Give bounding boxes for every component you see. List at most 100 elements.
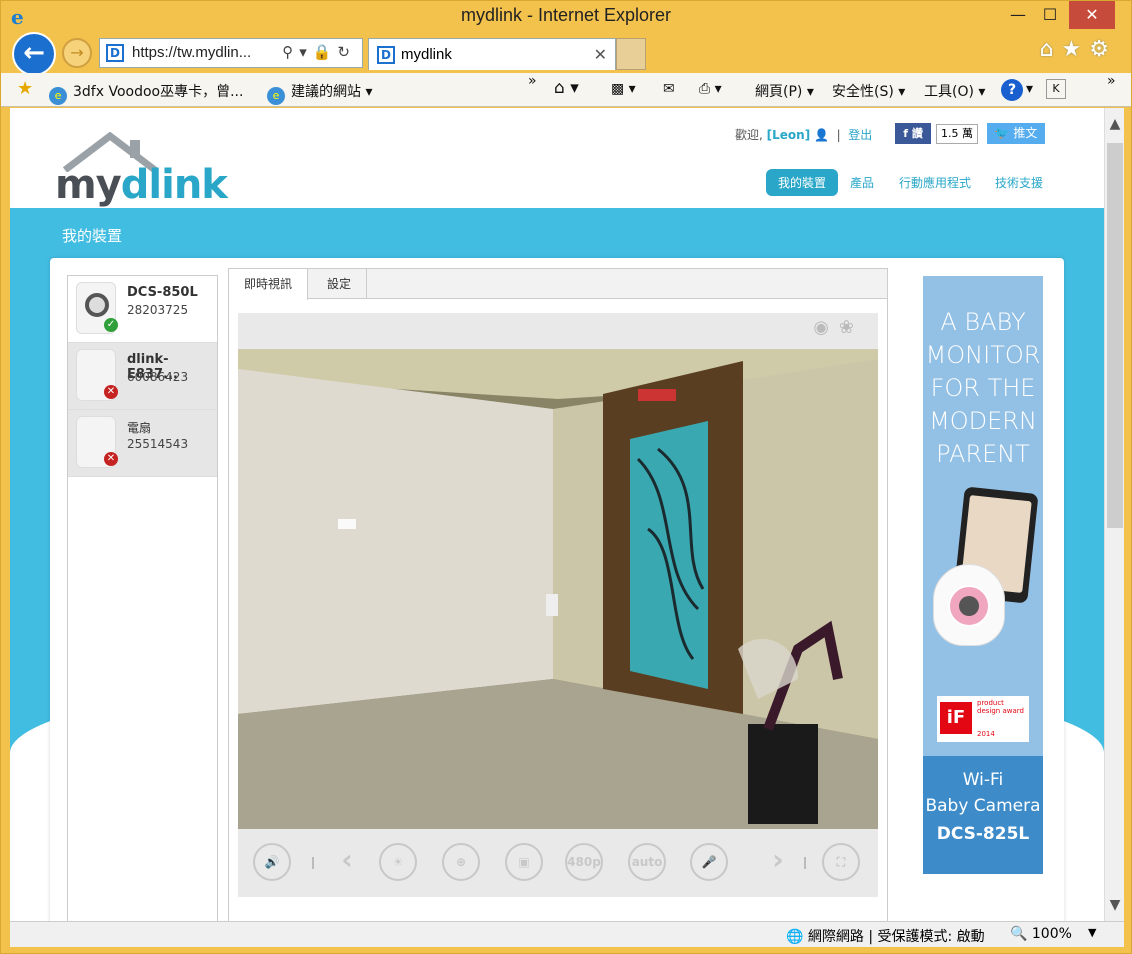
section-title: 我的裝置 <box>62 227 123 245</box>
device-serial: 60086423 <box>127 370 189 384</box>
address-actions[interactable]: ⚲▾🔒↻ <box>282 43 356 61</box>
ad-headline: A BABY MONITOR FOR THE MODERN PARENT <box>925 308 1041 468</box>
security-zone[interactable]: 🌐 網際網路 | 受保護模式: 啟動 <box>786 926 985 946</box>
address-bar[interactable]: D https://tw.mydlin... ⚲▾🔒↻ <box>99 38 363 68</box>
new-tab-button[interactable] <box>616 38 646 70</box>
device-name: 電扇 <box>127 421 152 435</box>
device-item[interactable]: ✕ dlink-E837... 60086423 <box>68 343 217 410</box>
tweet-button[interactable]: 🐦 推文 <box>987 123 1045 144</box>
tab-settings[interactable]: 設定 <box>312 269 368 299</box>
viewer-top-icons: ◉❀ <box>813 317 864 338</box>
if-award-logo: iF product design award 2014 <box>937 696 1029 742</box>
feeds-icon[interactable]: ▩ ▾ <box>611 81 636 97</box>
tab-live-video[interactable]: 即時視訊 <box>229 269 309 300</box>
scroll-down-icon[interactable]: ▼ <box>1105 897 1125 913</box>
back-button[interactable]: ← <box>12 32 56 76</box>
zoom-in-icon[interactable]: ⊕ <box>442 843 480 881</box>
print-icon[interactable]: ⎙ ▾ <box>699 81 722 97</box>
username: [Leon] <box>766 128 811 142</box>
menu-tools[interactable]: 工具(O) ▾ <box>924 81 985 101</box>
maximize-button[interactable]: ☐ <box>1031 1 1069 29</box>
baby-camera-image <box>933 564 1005 646</box>
favorites-bar: ★ e 3dfx Voodoo巫專卡，曾... e 建議的網站 ▾ » ⌂ ▾ ▩ … <box>1 73 1131 107</box>
mail-icon[interactable]: ✉ <box>663 81 675 97</box>
address-url[interactable]: https://tw.mydlin... <box>132 44 251 61</box>
chevron-more-icon[interactable]: » <box>528 73 537 89</box>
nav-mobile-apps[interactable]: 行動應用程式 <box>899 174 971 191</box>
speaker-icon[interactable]: 🔊 <box>253 843 291 881</box>
device-detail: 即時視訊 設定 ◉❀ 🔊 ‹ ☀ ⊕ ▣ 480p auto 🎤 › ⛶ <box>228 268 888 921</box>
device-serial: 25514543 <box>127 437 189 451</box>
menu-safety[interactable]: 安全性(S) ▾ <box>832 81 905 101</box>
motion-detect-icon[interactable]: ◉ <box>813 317 839 338</box>
settings-gear-icon[interactable]: ⚙ <box>1089 37 1117 62</box>
resolution-480p-button[interactable]: 480p <box>565 843 603 881</box>
user-icon: 👤 <box>814 128 829 142</box>
site-header: mydlink 歡迎, [Leon] 👤 | 登出 f 讚 1.5 萬 🐦 推文… <box>10 108 1104 208</box>
favorite-item-suggested[interactable]: e 建議的網站 ▾ <box>267 81 372 105</box>
title-bar: e mydlink - Internet Explorer — ☐ ✕ <box>1 1 1131 31</box>
tab-label: mydlink <box>401 46 452 63</box>
logo-text: mydlink <box>55 162 228 208</box>
forward-button[interactable]: → <box>62 38 92 68</box>
close-window-button[interactable]: ✕ <box>1069 1 1115 29</box>
baby-camera-ad[interactable]: A BABY MONITOR FOR THE MODERN PARENT iF prod… <box>923 276 1043 874</box>
live-viewer: ◉❀ 🔊 ‹ ☀ ⊕ ▣ 480p auto 🎤 › ⛶ <box>238 313 878 897</box>
ie-page-icon: e <box>49 87 67 105</box>
tab-favicon-icon: D <box>377 46 395 64</box>
help-dropdown-icon[interactable]: ▾ <box>1026 81 1033 97</box>
device-tabs: 即時視訊 設定 <box>229 269 887 300</box>
site-favicon-icon: D <box>106 44 124 62</box>
brightness-icon[interactable]: ☀ <box>379 843 417 881</box>
device-item[interactable]: ✓ DCS-850L 28203725 <box>68 276 217 343</box>
zoom-level[interactable]: 🔍 100% <box>1010 926 1072 942</box>
fullscreen-icon[interactable]: ⛶ <box>822 843 860 881</box>
auto-mode-button[interactable]: auto <box>628 843 666 881</box>
microphone-icon[interactable]: 🎤 <box>690 843 728 881</box>
user-bar: 歡迎, [Leon] 👤 | 登出 <box>735 128 873 142</box>
home-icon[interactable]: ⌂ <box>1040 37 1062 62</box>
browser-window: e mydlink - Internet Explorer — ☐ ✕ ← → … <box>0 0 1132 954</box>
favorites-star-icon[interactable]: ★ <box>1062 37 1090 62</box>
device-serial: 28203725 <box>127 303 189 317</box>
sound-detect-icon[interactable]: ❀ <box>839 317 864 338</box>
chevron-left-icon[interactable]: ‹ <box>328 843 366 881</box>
divider <box>312 857 314 869</box>
logout-link[interactable]: 登出 <box>848 128 872 142</box>
page-content: mydlink 歡迎, [Leon] 👤 | 登出 f 讚 1.5 萬 🐦 推文… <box>10 108 1104 921</box>
video-controls: 🔊 ‹ ☀ ⊕ ▣ 480p auto 🎤 › ⛶ <box>238 829 878 897</box>
window-title: mydlink - Internet Explorer <box>460 5 672 25</box>
chevron-more-icon[interactable]: » <box>1107 73 1116 89</box>
browser-tab[interactable]: D mydlink ✕ <box>368 38 616 70</box>
home-command-icon[interactable]: ⌂ ▾ <box>554 78 579 98</box>
device-item[interactable]: ✕ 電扇 25514543 <box>68 410 217 477</box>
facebook-like-button[interactable]: f 讚 <box>895 123 931 144</box>
extension-icon[interactable]: K <box>1046 79 1066 99</box>
status-bar: 🌐 網際網路 | 受保護模式: 啟動 🔍 100% ▼ <box>10 921 1124 947</box>
nav-products[interactable]: 產品 <box>850 174 874 191</box>
camera-scene <box>238 349 878 829</box>
scroll-up-icon[interactable]: ▲ <box>1105 116 1125 132</box>
live-video-feed[interactable] <box>238 349 878 829</box>
online-check-icon: ✓ <box>104 318 118 332</box>
offline-x-icon: ✕ <box>104 452 118 466</box>
scroll-thumb[interactable] <box>1107 143 1123 528</box>
vertical-scrollbar[interactable]: ▲ ▼ <box>1104 108 1124 921</box>
ie-page-icon: e <box>267 87 285 105</box>
divider <box>804 857 806 869</box>
menu-page[interactable]: 網頁(P) ▾ <box>755 81 814 101</box>
help-icon[interactable]: ? <box>1001 79 1023 101</box>
chevron-right-icon[interactable]: › <box>759 843 797 881</box>
close-tab-icon[interactable]: ✕ <box>594 45 607 64</box>
devices-panel: ✓ DCS-850L 28203725 ✕ dlink-E837... 6008… <box>50 258 1064 921</box>
nav-my-devices[interactable]: 我的裝置 <box>766 169 839 196</box>
browser-toolbar-icons[interactable]: ⌂★⚙ <box>1040 37 1117 62</box>
offline-x-icon: ✕ <box>104 385 118 399</box>
device-list: ✓ DCS-850L 28203725 ✕ dlink-E837... 6008… <box>67 275 218 921</box>
snapshot-camera-icon[interactable]: ▣ <box>505 843 543 881</box>
nav-support[interactable]: 技術支援 <box>995 174 1043 191</box>
favorite-item-voodoo[interactable]: e 3dfx Voodoo巫專卡，曾... <box>49 81 243 105</box>
zoom-dropdown-icon[interactable]: ▼ <box>1088 926 1096 939</box>
favorites-star-icon[interactable]: ★ <box>17 78 33 99</box>
mydlink-logo[interactable]: mydlink <box>55 128 228 208</box>
